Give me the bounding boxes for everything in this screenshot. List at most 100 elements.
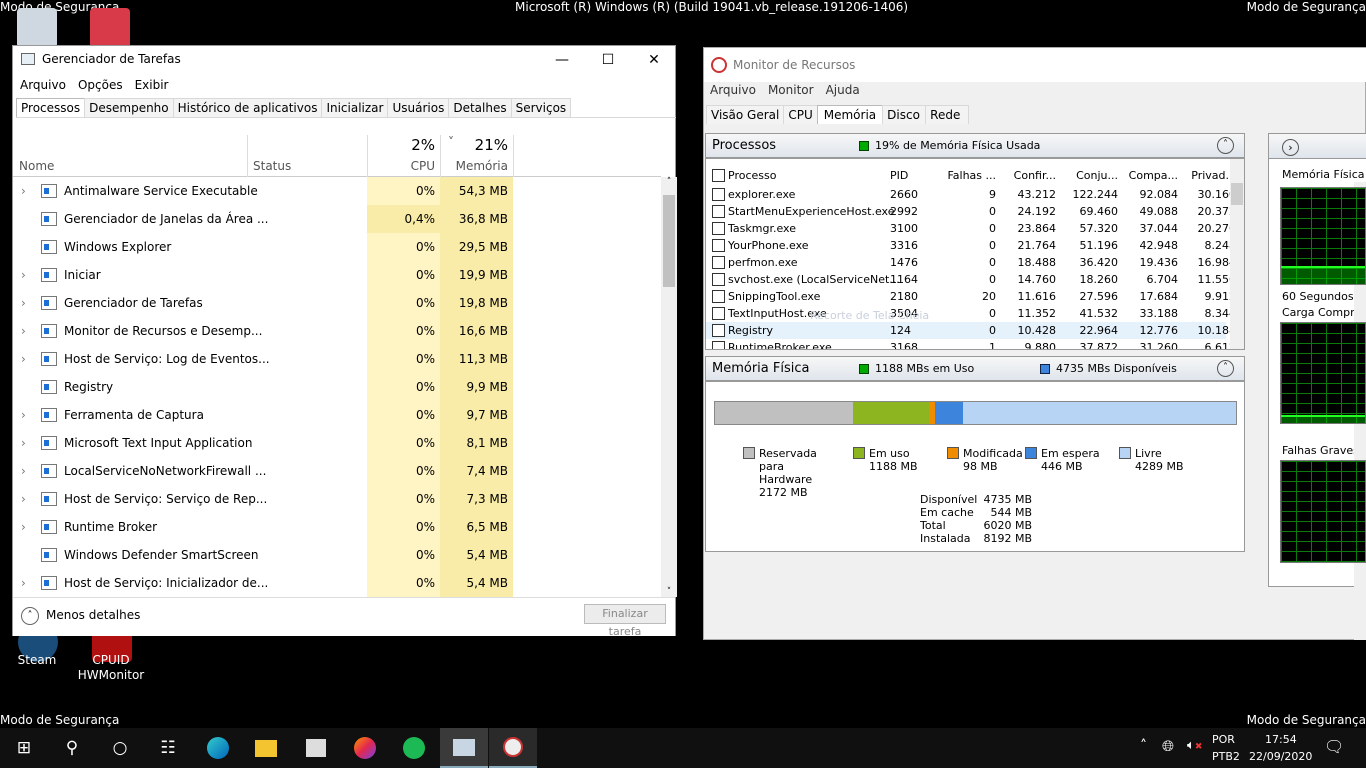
expand-chevron-icon[interactable]: › (21, 177, 26, 205)
table-row[interactable]: StartMenuExperienceHost.exe 2992 0 24.192 69… (706, 203, 1236, 220)
table-row[interactable]: › Host de Serviço: Log de Eventos... 0% 11,… (13, 345, 661, 373)
minimize-button[interactable]: — (539, 46, 585, 74)
table-row[interactable]: › Ferramenta de Captura 0% 9,7 MB (13, 401, 661, 429)
menu-opcoes[interactable]: Opções (78, 78, 123, 92)
menu-arquivo[interactable]: Arquivo (710, 83, 756, 97)
file-explorer-icon[interactable] (242, 728, 290, 768)
row-checkbox[interactable] (712, 324, 725, 337)
table-row[interactable]: Windows Explorer 0% 29,5 MB (13, 233, 661, 261)
maximize-button[interactable]: ☐ (585, 46, 631, 74)
tab-memoria[interactable]: Memória (816, 105, 884, 124)
store-icon[interactable] (292, 728, 340, 768)
table-row[interactable]: › Monitor de Recursos e Desemp... 0% 16,6 M… (13, 317, 661, 345)
row-checkbox[interactable] (712, 239, 725, 252)
task-view-icon[interactable]: ☷ (144, 728, 192, 768)
row-checkbox[interactable] (712, 341, 725, 349)
table-row[interactable]: › Host de Serviço: Serviço de Rep... 0% 7,3… (13, 485, 661, 513)
tab-disco[interactable]: Disco (882, 105, 927, 124)
tab-rede[interactable]: Rede (925, 105, 970, 124)
col-header[interactable]: Compa... (1126, 167, 1178, 184)
tab-historico[interactable]: Histórico de aplicativos (172, 98, 323, 117)
expand-chevron-icon[interactable]: › (21, 345, 26, 373)
cortana-icon[interactable]: ○ (96, 728, 144, 768)
volume-muted-icon[interactable]: 🔈︎✖ (1187, 738, 1202, 753)
expand-chevron-icon[interactable]: › (21, 569, 26, 597)
tab-visao-geral[interactable]: Visão Geral (706, 105, 785, 124)
table-row[interactable]: SnippingTool.exe 2180 20 11.616 27.596 17.684… (706, 288, 1236, 305)
expand-chevron-icon[interactable]: › (21, 485, 26, 513)
recycle-bin-icon[interactable] (17, 8, 57, 48)
col-name[interactable]: Nome (19, 159, 54, 173)
expand-chevron-icon[interactable]: › (21, 457, 26, 485)
less-details-link[interactable]: Menos detalhes (46, 608, 140, 622)
menu-arquivo[interactable]: Arquivo (20, 78, 66, 92)
col-header[interactable]: Processo (728, 167, 878, 184)
table-row[interactable]: YourPhone.exe 3316 0 21.764 51.196 42.948 8.24… (706, 237, 1236, 254)
select-all-checkbox[interactable] (712, 169, 725, 182)
tab-desempenho[interactable]: Desempenho (84, 98, 174, 117)
expand-chevron-icon[interactable]: › (21, 401, 26, 429)
expand-chevron-icon[interactable]: › (21, 429, 26, 457)
expand-chevron-icon[interactable]: › (21, 261, 26, 289)
firefox-icon[interactable] (341, 728, 389, 768)
col-header[interactable]: PID (890, 167, 930, 184)
expand-chevron-icon[interactable]: › (21, 513, 26, 541)
table-row[interactable]: explorer.exe 2660 9 43.212 122.244 92.084 30.1… (706, 186, 1236, 203)
table-row[interactable]: › Runtime Broker 0% 6,5 MB (13, 513, 661, 541)
processes-panel-header[interactable]: Processos 19% de Memória Física Usada ˄ (705, 133, 1245, 158)
table-row[interactable]: Gerenciador de Janelas da Área ... 0,4% 36… (13, 205, 661, 233)
col-header[interactable]: Falhas ... (946, 167, 996, 184)
tab-inicializar[interactable]: Inicializar (321, 98, 389, 117)
row-checkbox[interactable] (712, 222, 725, 235)
taskbar-resource-monitor[interactable] (489, 728, 537, 768)
keyboard-layout[interactable]: PTB2 (1212, 750, 1240, 763)
menu-ajuda[interactable]: Ajuda (826, 83, 860, 97)
row-checkbox[interactable] (712, 290, 725, 303)
row-checkbox[interactable] (712, 273, 725, 286)
search-icon[interactable]: ⚲ (48, 728, 96, 768)
col-memory[interactable]: Memória (440, 159, 508, 173)
table-row[interactable]: perfmon.exe 1476 0 18.488 36.420 19.436 16.984 (706, 254, 1236, 271)
valorant-icon[interactable] (90, 8, 130, 48)
row-checkbox[interactable] (712, 256, 725, 269)
col-header[interactable]: Confir... (1006, 167, 1056, 184)
col-cpu[interactable]: CPU (367, 159, 435, 173)
network-globe-icon[interactable]: 🌐︎ (1162, 737, 1174, 755)
collapse-icon[interactable]: ˄ (21, 607, 39, 625)
col-header[interactable]: Conju... (1066, 167, 1118, 184)
collapse-icon[interactable]: ˄ (1217, 360, 1234, 377)
hwmonitor-label[interactable]: CPUID HWMonitor (76, 653, 146, 683)
table-row[interactable]: Registry 0% 9,9 MB (13, 373, 661, 401)
table-row[interactable]: › Iniciar 0% 19,9 MB (13, 261, 661, 289)
expand-graphs-icon[interactable]: › (1282, 139, 1299, 156)
table-row[interactable]: TextInputHost.exe 3504 0 11.352 41.532 33.188… (706, 305, 1236, 322)
col-status[interactable]: Status (253, 159, 291, 173)
tab-processos[interactable]: Processos (16, 98, 86, 117)
action-center-icon[interactable]: 🗨︎ (1324, 737, 1344, 756)
scrollbar[interactable]: ˄ ˅ (661, 177, 677, 597)
table-row[interactable]: › Antimalware Service Executable 0% 54,3 MB (13, 177, 661, 205)
table-row[interactable]: svchost.exe (LocalServiceNet... 1164 0 14.7… (706, 271, 1236, 288)
row-checkbox[interactable] (712, 205, 725, 218)
expand-chevron-icon[interactable]: › (21, 317, 26, 345)
menu-exibir[interactable]: Exibir (135, 78, 169, 92)
edge-icon[interactable] (194, 728, 242, 768)
row-checkbox[interactable] (712, 307, 725, 320)
scrollbar-thumb[interactable] (663, 195, 675, 287)
start-windows-icon[interactable]: ⊞ (0, 728, 48, 768)
table-row[interactable]: › Microsoft Text Input Application 0% 8,1 M… (13, 429, 661, 457)
clock-time[interactable]: 17:54 (1265, 733, 1297, 746)
show-hidden-icons[interactable]: ˄ (1140, 738, 1147, 754)
language-code[interactable]: POR (1212, 733, 1235, 746)
steam-label[interactable]: Steam (2, 653, 72, 668)
table-row[interactable]: Taskmgr.exe 3100 0 23.864 57.320 37.044 20.276 (706, 220, 1236, 237)
end-task-button[interactable]: Finalizar tarefa (584, 604, 666, 638)
row-checkbox[interactable] (712, 188, 725, 201)
table-row[interactable]: › Gerenciador de Tarefas 0% 19,8 MB (13, 289, 661, 317)
scrollbar-thumb[interactable] (1231, 183, 1243, 205)
tab-servicos[interactable]: Serviços (510, 98, 572, 117)
collapse-icon[interactable]: ˄ (1217, 137, 1234, 154)
tab-usuarios[interactable]: Usuários (387, 98, 450, 117)
tab-cpu[interactable]: CPU (783, 105, 818, 124)
physical-memory-panel-header[interactable]: Memória Física 1188 MBs em Uso 4735 MBs … (705, 356, 1245, 381)
